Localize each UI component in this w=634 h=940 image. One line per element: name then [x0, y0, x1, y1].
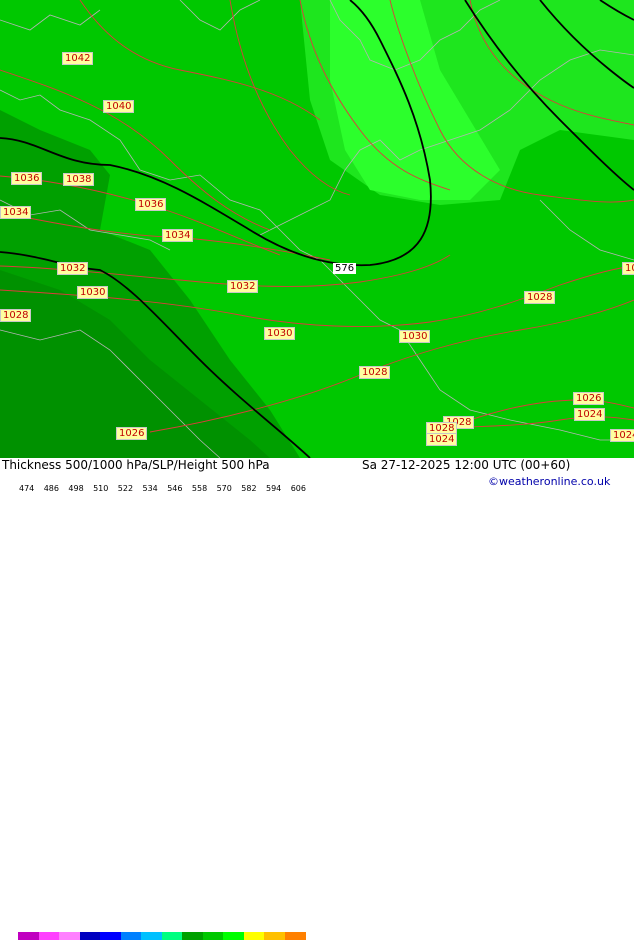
- legend-tick-label: 522: [117, 484, 134, 493]
- legend-swatch: [243, 932, 265, 940]
- legend-swatch: [202, 932, 224, 940]
- map-canvas: [0, 0, 634, 458]
- isobar-label: 1030: [264, 327, 296, 340]
- weather-map: 1042 1040 1038 1036 1036 1034 1034 1032 …: [0, 0, 634, 458]
- legend-tick-label: 486: [43, 484, 59, 493]
- legend-tick-label: 546: [167, 484, 183, 493]
- isobar-label: 1030: [399, 330, 431, 343]
- isobar-label: 1024: [426, 433, 458, 446]
- legend-tick-label: 534: [142, 484, 158, 493]
- isobar-label: 1026: [573, 392, 605, 405]
- isobar-label: 1032: [57, 262, 89, 275]
- isobar-label: 1034: [162, 229, 194, 242]
- legend-tick-label: 510: [93, 484, 109, 493]
- isobar-label: 1038: [63, 173, 95, 186]
- map-footer: Thickness 500/1000 hPa/SLP/Height 500 hP…: [0, 458, 634, 940]
- product-title: Thickness 500/1000 hPa/SLP/Height 500 hP…: [2, 458, 270, 472]
- isobar-label: 1036: [11, 172, 43, 185]
- legend-swatch: [100, 932, 121, 940]
- legend-swatch: [284, 932, 306, 940]
- isobar-label: 1028: [622, 262, 634, 275]
- legend-swatch: [223, 932, 244, 940]
- isobar-label: 1036: [135, 198, 167, 211]
- legend-tick-label: 474: [19, 484, 35, 493]
- isobar-label: 1028: [359, 366, 391, 379]
- valid-time: Sa 27-12-2025 12:00 UTC (00+60): [362, 458, 571, 472]
- legend-tick-label: 570: [216, 484, 232, 493]
- legend-swatch: [182, 932, 203, 940]
- legend-tick-label: 594: [266, 484, 282, 493]
- legend-tick-label: 582: [241, 484, 257, 493]
- isobar-label: 1030: [77, 286, 109, 299]
- legend-swatch: [264, 932, 285, 940]
- height-contour-label: 576: [333, 263, 357, 274]
- site-credit: ©weatheronline.co.uk: [488, 475, 611, 488]
- legend-swatch: [38, 932, 60, 940]
- legend-swatch: [18, 932, 39, 940]
- isobar-label: 1028: [0, 309, 32, 322]
- legend-swatch: [59, 932, 80, 940]
- isobar-label: 1028: [524, 291, 556, 304]
- isobar-label: 1024: [574, 408, 606, 421]
- isobar-label: 1040: [103, 100, 135, 113]
- legend-swatch: [141, 932, 162, 940]
- isobar-label: 1034: [0, 206, 32, 219]
- isobar-label: 1026: [116, 427, 148, 440]
- legend-swatch: [79, 932, 101, 940]
- legend-tick-label: 606: [290, 484, 306, 493]
- legend-swatch: [120, 932, 142, 940]
- isobar-label: 1042: [62, 52, 94, 65]
- isobar-label: 1024: [610, 429, 634, 442]
- legend-tick-label: 558: [191, 484, 208, 493]
- isobar-label: 1032: [227, 280, 259, 293]
- legend-tick-label: 498: [68, 484, 84, 493]
- legend-swatch: [161, 932, 183, 940]
